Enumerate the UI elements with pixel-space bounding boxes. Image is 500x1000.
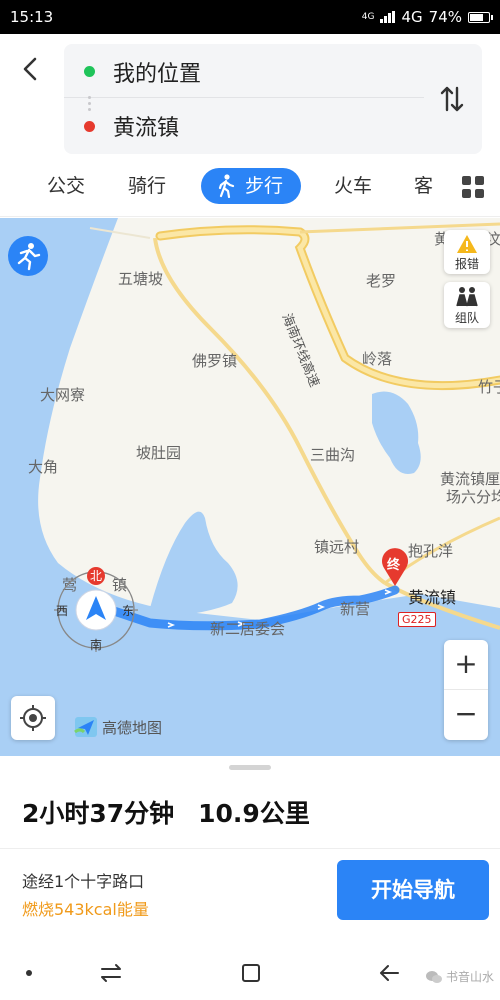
tab-coach[interactable]: 客	[414, 168, 440, 204]
route-calories: 燃烧543kcal能量	[22, 900, 149, 919]
map-label: 新二居委会	[210, 620, 286, 638]
map-label: 坡肚园	[136, 444, 182, 462]
destination-map-label: 黄流镇	[408, 588, 457, 607]
map-canvas	[0, 218, 500, 756]
map-label: 三曲沟	[310, 446, 356, 464]
system-nav-bar: 书音山水	[0, 946, 500, 1000]
status-time: 15:13	[10, 8, 54, 26]
map-label: 佛罗镇	[192, 352, 238, 370]
tab-bus[interactable]: 公交	[47, 168, 85, 204]
team-label: 组队	[454, 311, 479, 325]
map-label: 大角	[28, 458, 59, 476]
map-label: 新营	[340, 600, 371, 618]
amap-logo-icon	[74, 717, 97, 737]
map-label: 岭落	[362, 350, 393, 368]
compass-south: 南	[90, 638, 103, 652]
zoom-in-button[interactable]: +	[444, 640, 488, 690]
warning-icon	[457, 235, 477, 253]
network-type: 4G	[401, 8, 423, 26]
swap-route-icon[interactable]	[438, 84, 466, 114]
back-nav-icon[interactable]	[374, 958, 404, 988]
team-icon	[456, 287, 478, 307]
switch-apps-icon[interactable]	[96, 958, 126, 988]
map-label: 大网寮	[40, 386, 86, 404]
compass-west: 西	[56, 604, 69, 618]
home-icon[interactable]	[236, 958, 266, 988]
zoom-controls: + −	[444, 640, 488, 740]
more-modes-icon[interactable]	[462, 176, 484, 198]
route-duration: 2小时37分钟	[22, 799, 175, 828]
origin-field[interactable]: 我的位置	[64, 46, 424, 98]
route-summary: 2小时37分钟 10.9公里	[22, 794, 310, 830]
network-type-small: 4G	[361, 11, 375, 22]
signal-icon	[380, 11, 396, 23]
map-brand: 高德地图	[74, 716, 162, 738]
destination-field[interactable]: 黄流镇	[64, 100, 424, 152]
map-label: 五塘坡	[118, 270, 164, 288]
zoom-out-button[interactable]: −	[444, 690, 488, 740]
team-button[interactable]: 组队	[444, 282, 490, 328]
map-view[interactable]: 五塘坡 老罗 佛罗镇 岭落 大网寮 坡肚园 三曲沟 大角 镇远村 抱孔洋 黄流镇…	[0, 218, 500, 756]
destination-text: 黄流镇	[113, 116, 180, 141]
map-label: 抱孔洋	[408, 542, 454, 560]
tab-walk[interactable]: 步行	[201, 168, 302, 204]
map-brand-text: 高德地图	[102, 718, 163, 737]
sheet-handle[interactable]	[229, 765, 271, 770]
watermark: 书音山水	[425, 968, 494, 985]
report-error-label: 报错	[454, 257, 479, 271]
tab-train[interactable]: 火车	[334, 168, 372, 204]
battery-fill	[470, 13, 483, 21]
compass-east: 东	[122, 604, 135, 618]
running-mode-button[interactable]	[8, 236, 48, 276]
tab-bike[interactable]: 骑行	[128, 168, 166, 204]
report-error-button[interactable]: 报错	[444, 230, 490, 274]
route-via: 途经1个十字路口	[22, 872, 145, 891]
origin-text: 我的位置	[113, 61, 202, 87]
destination-pin-text: 终	[387, 558, 401, 573]
map-label: 场六分均	[446, 488, 500, 506]
locate-icon	[20, 705, 46, 731]
road-code-badge: G225	[398, 612, 436, 627]
tab-walk-label: 步行	[245, 175, 284, 197]
route-distance: 10.9公里	[198, 799, 310, 828]
map-label: 老罗	[366, 272, 397, 290]
travel-mode-tabs: 公交 骑行 步行 火车 客	[0, 162, 500, 217]
back-arrow-icon[interactable]	[16, 54, 46, 84]
nav-dot-icon[interactable]	[14, 958, 44, 988]
wechat-icon	[425, 970, 442, 983]
route-header: 我的位置 黄流镇	[0, 34, 500, 162]
destination-dot-icon	[84, 120, 95, 132]
map-label: 镇远村	[314, 538, 360, 556]
divider	[0, 848, 500, 849]
watermark-text: 书音山水	[445, 970, 494, 984]
origin-dot-icon	[84, 66, 95, 77]
locate-button[interactable]	[11, 696, 55, 740]
map-label: 竹子	[478, 378, 500, 396]
walk-icon	[218, 174, 235, 198]
start-navigation-button[interactable]: 开始导航	[337, 860, 489, 920]
status-bar: 15:13 4G 4G 74%	[0, 0, 500, 34]
compass: 北 西 东 南	[52, 566, 140, 654]
compass-north: 北	[90, 569, 103, 583]
route-card: 我的位置 黄流镇	[64, 44, 482, 154]
status-indicators: 4G 4G 74%	[361, 8, 493, 26]
battery-icon	[468, 11, 493, 23]
battery-percent: 74%	[428, 8, 462, 26]
runner-icon	[17, 243, 41, 271]
route-summary-sheet: 2小时37分钟 10.9公里 途经1个十字路口 燃烧543kcal能量 开始导航	[0, 756, 500, 946]
